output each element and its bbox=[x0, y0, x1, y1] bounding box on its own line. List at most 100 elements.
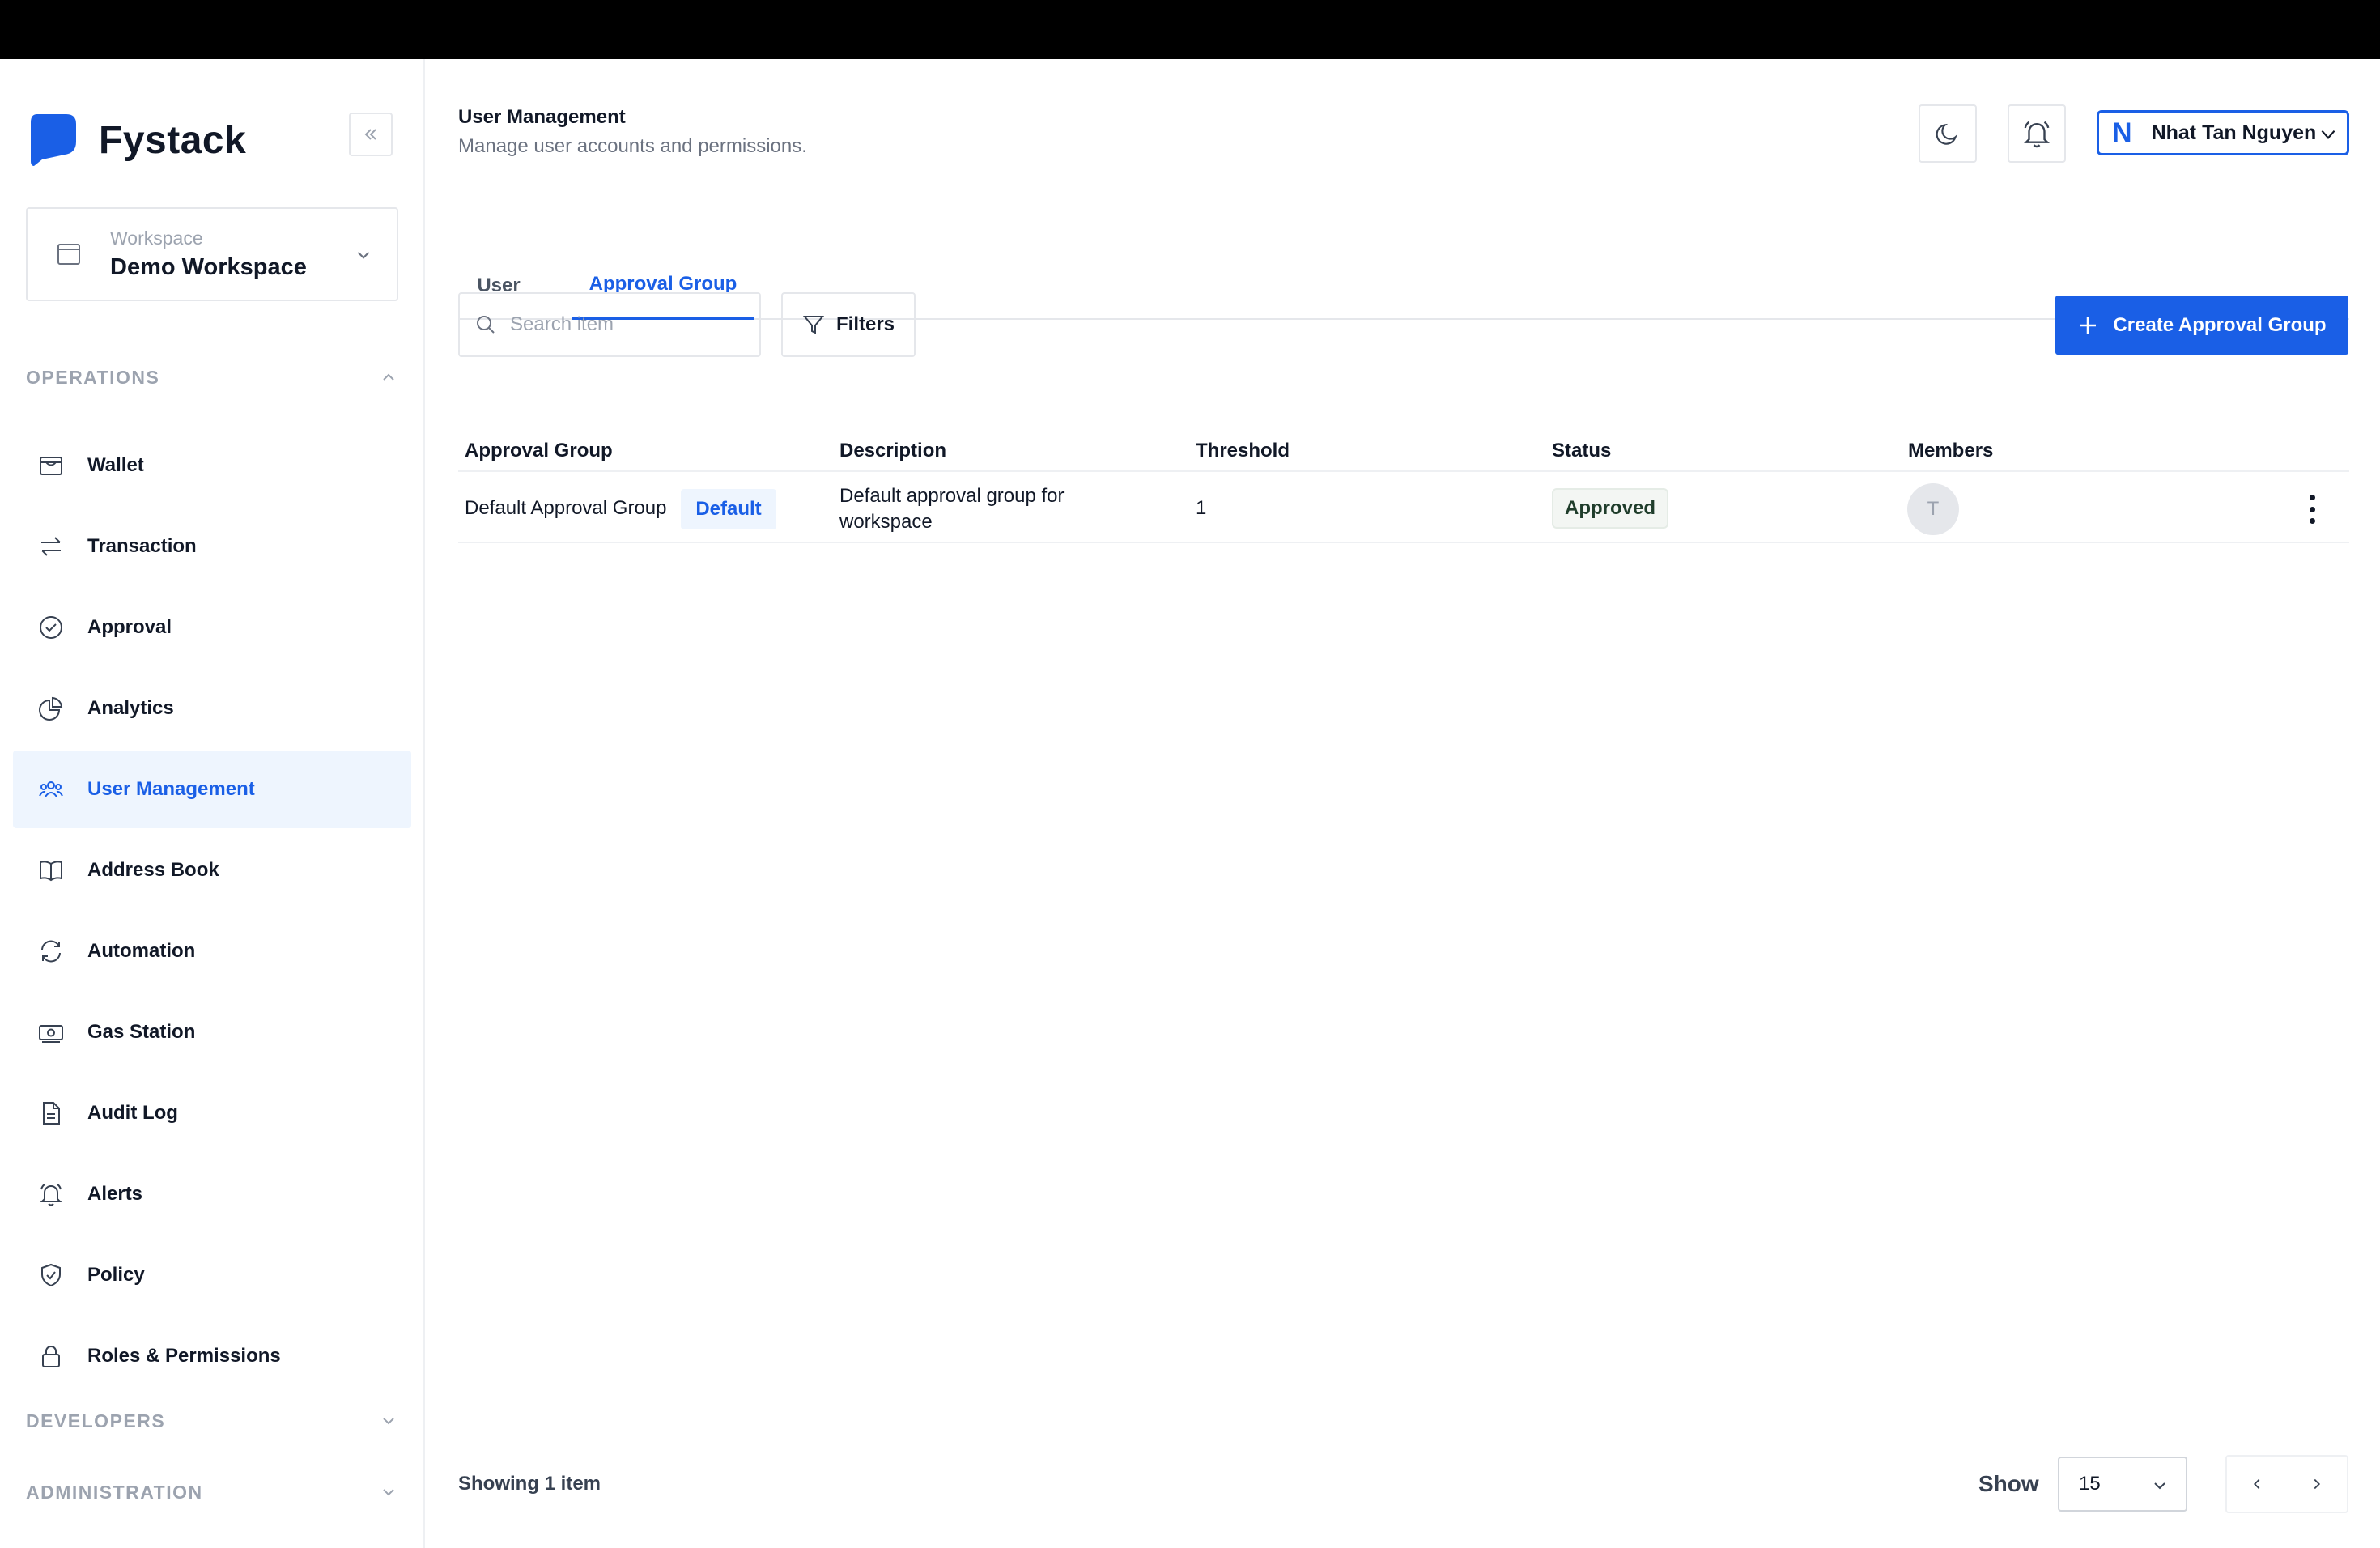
previous-page-button[interactable] bbox=[2227, 1457, 2287, 1512]
group-name: Default Approval Group bbox=[465, 497, 667, 519]
group-description: Default approval group for workspace bbox=[839, 485, 1065, 533]
wallet-icon bbox=[37, 452, 65, 479]
check-circle-icon bbox=[37, 614, 65, 641]
section-developers[interactable]: DEVELOPERS bbox=[26, 1405, 398, 1437]
document-icon bbox=[37, 1099, 65, 1127]
member-avatar[interactable]: T bbox=[1907, 483, 1959, 535]
lock-icon bbox=[37, 1342, 65, 1370]
section-operations[interactable]: OPERATIONS bbox=[26, 361, 398, 393]
sidebar-item-automation[interactable]: Automation bbox=[13, 912, 411, 990]
chevron-down-icon bbox=[357, 251, 370, 259]
search-input[interactable] bbox=[510, 313, 737, 336]
sidebar-item-label: Audit Log bbox=[87, 1102, 178, 1124]
chevron-down-icon bbox=[383, 1489, 394, 1496]
main-content: User Management Manage user accounts and… bbox=[427, 59, 2380, 1548]
workspace-name: Demo Workspace bbox=[110, 254, 307, 280]
plus-icon bbox=[2080, 317, 2097, 334]
default-badge: Default bbox=[681, 489, 776, 529]
sidebar-item-label: Address Book bbox=[87, 859, 219, 881]
section-administration[interactable]: ADMINISTRATION bbox=[26, 1476, 398, 1508]
chevron-right-icon bbox=[2314, 1478, 2321, 1490]
bell-icon bbox=[2024, 121, 2050, 148]
showing-count: Showing 1 item bbox=[458, 1473, 601, 1495]
fystack-logo-icon bbox=[31, 114, 76, 166]
section-title: DEVELOPERS bbox=[26, 1410, 166, 1431]
workspace-label: Workspace bbox=[110, 228, 203, 249]
shield-check-icon bbox=[37, 1261, 65, 1289]
table-row[interactable]: Default Approval Group Default Default a… bbox=[458, 470, 2349, 543]
page-title: User Management bbox=[458, 106, 626, 128]
next-page-button[interactable] bbox=[2287, 1457, 2347, 1512]
sidebar-item-user-management[interactable]: User Management bbox=[13, 751, 411, 828]
sidebar-item-label: Wallet bbox=[87, 454, 144, 476]
sidebar-item-approval[interactable]: Approval bbox=[13, 589, 411, 666]
sidebar-item-label: Alerts bbox=[87, 1183, 143, 1205]
sidebar-item-label: Roles & Permissions bbox=[87, 1345, 281, 1367]
top-black-bar bbox=[0, 0, 2380, 59]
column-header[interactable]: Approval Group bbox=[465, 440, 613, 462]
banknote-icon bbox=[37, 1019, 65, 1046]
sidebar-item-alerts[interactable]: Alerts bbox=[13, 1155, 411, 1233]
show-label: Show bbox=[1978, 1471, 2039, 1496]
pagination bbox=[2225, 1455, 2348, 1513]
sidebar-item-label: Automation bbox=[87, 940, 196, 962]
search-icon bbox=[477, 316, 495, 334]
moon-icon bbox=[1936, 123, 1957, 145]
refresh-icon bbox=[37, 938, 65, 965]
filters-button[interactable]: Filters bbox=[781, 292, 916, 357]
sidebar: Fystack Workspace Demo Workspace OPERATI… bbox=[0, 59, 425, 1548]
sidebar-item-label: User Management bbox=[87, 778, 255, 800]
sidebar-item-policy[interactable]: Policy bbox=[13, 1236, 411, 1314]
chevron-down-icon bbox=[383, 1418, 394, 1425]
sidebar-item-roles-permissions[interactable]: Roles & Permissions bbox=[13, 1317, 411, 1395]
theme-toggle-button[interactable] bbox=[1919, 104, 1977, 163]
brand[interactable]: Fystack bbox=[29, 108, 246, 172]
group-threshold: 1 bbox=[1196, 497, 1207, 519]
bell-icon bbox=[37, 1180, 65, 1208]
chevron-left-icon bbox=[2253, 1478, 2260, 1490]
user-name: Nhat Tan Nguyen bbox=[2151, 121, 2317, 144]
filters-label: Filters bbox=[835, 313, 895, 335]
window-icon bbox=[57, 244, 80, 265]
create-approval-group-button[interactable]: Create Approval Group bbox=[2055, 296, 2348, 355]
create-label: Create Approval Group bbox=[2113, 313, 2327, 336]
sidebar-item-wallet[interactable]: Wallet bbox=[13, 427, 411, 504]
section-title: ADMINISTRATION bbox=[26, 1481, 203, 1503]
workspace-selector[interactable]: Workspace Demo Workspace bbox=[26, 207, 398, 301]
chevron-down-icon bbox=[2321, 130, 2335, 139]
page-subtitle: Manage user accounts and permissions. bbox=[458, 135, 807, 157]
users-icon bbox=[37, 776, 65, 803]
sidebar-item-label: Policy bbox=[87, 1264, 145, 1286]
row-actions-menu-icon[interactable] bbox=[2304, 493, 2320, 525]
sidebar-item-analytics[interactable]: Analytics bbox=[13, 670, 411, 747]
transfer-arrows-icon bbox=[37, 533, 65, 560]
column-header[interactable]: Threshold bbox=[1196, 440, 1290, 462]
status-badge: Approved bbox=[1552, 488, 1668, 529]
notifications-button[interactable] bbox=[2008, 104, 2066, 163]
app-shell: Fystack Workspace Demo Workspace OPERATI… bbox=[0, 59, 2380, 1548]
column-header[interactable]: Status bbox=[1552, 440, 1611, 462]
sidebar-item-audit-log[interactable]: Audit Log bbox=[13, 1074, 411, 1152]
collapse-sidebar-button[interactable] bbox=[349, 113, 393, 156]
sidebar-item-label: Gas Station bbox=[87, 1021, 196, 1043]
sidebar-item-label: Approval bbox=[87, 616, 172, 638]
sidebar-item-transaction[interactable]: Transaction bbox=[13, 508, 411, 585]
search-box[interactable] bbox=[458, 292, 761, 357]
sidebar-item-gas-station[interactable]: Gas Station bbox=[13, 993, 411, 1071]
pie-chart-icon bbox=[37, 695, 65, 722]
double-chevron-left-icon bbox=[364, 129, 376, 140]
brand-name: Fystack bbox=[99, 118, 247, 162]
column-header[interactable]: Members bbox=[1908, 440, 1993, 462]
chevron-up-icon bbox=[383, 373, 394, 381]
page-size-value: 15 bbox=[2079, 1473, 2101, 1495]
sidebar-item-label: Analytics bbox=[87, 697, 174, 719]
section-title: OPERATIONS bbox=[26, 366, 160, 388]
sidebar-item-address-book[interactable]: Address Book bbox=[13, 831, 411, 909]
user-menu[interactable]: N Nhat Tan Nguyen bbox=[2097, 110, 2349, 155]
user-initial: N bbox=[2112, 117, 2132, 148]
book-icon bbox=[37, 857, 65, 884]
column-header[interactable]: Description bbox=[839, 440, 946, 462]
sidebar-item-label: Transaction bbox=[87, 535, 197, 557]
filter-icon bbox=[802, 316, 825, 334]
page-size-select[interactable]: 15 bbox=[2058, 1457, 2187, 1512]
